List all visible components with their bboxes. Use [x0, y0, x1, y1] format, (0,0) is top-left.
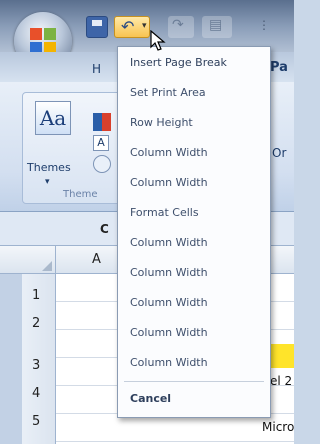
- orientation-label[interactable]: Or: [272, 146, 286, 160]
- undo-history-menu: Insert Page Break Set Print Area Row Hei…: [117, 46, 271, 418]
- print-icon: ▤: [209, 17, 223, 33]
- undo-icon: ↶: [121, 17, 135, 36]
- menu-item[interactable]: Format Cells: [120, 199, 268, 227]
- menu-item[interactable]: Column Width: [120, 289, 268, 317]
- save-button[interactable]: [86, 16, 108, 38]
- select-all-button[interactable]: [22, 246, 56, 274]
- menu-item[interactable]: Column Width: [120, 349, 268, 377]
- name-box[interactable]: C: [100, 222, 109, 236]
- cancel-menu-item[interactable]: Cancel: [120, 385, 268, 413]
- theme-colors-icon[interactable]: [93, 113, 111, 131]
- highlighted-cell[interactable]: [268, 344, 294, 368]
- quick-print-button[interactable]: ▤: [202, 16, 232, 38]
- themes-group: Aa A Themes ▾ Theme: [22, 92, 122, 204]
- theme-effects-icon[interactable]: [93, 155, 111, 173]
- row-header[interactable]: 1: [32, 288, 40, 303]
- menu-item[interactable]: Row Height: [120, 109, 268, 137]
- themes-dropdown-icon[interactable]: ▾: [45, 177, 50, 187]
- menu-item[interactable]: Set Print Area: [120, 79, 268, 107]
- cell-value[interactable]: el 2: [270, 374, 292, 388]
- row-header[interactable]: 2: [32, 316, 40, 331]
- menu-item[interactable]: Column Width: [120, 169, 268, 197]
- themes-icon[interactable]: Aa: [35, 101, 71, 135]
- themes-group-label: Theme: [63, 189, 98, 200]
- theme-fonts-icon[interactable]: A: [93, 135, 109, 151]
- row-header[interactable]: 4: [32, 386, 40, 401]
- row-header[interactable]: 5: [32, 414, 40, 429]
- more-icon: ⋮: [258, 18, 270, 32]
- customize-qat-button[interactable]: ⋮: [256, 16, 270, 38]
- cell-value[interactable]: Micro: [262, 420, 294, 434]
- mouse-cursor-icon: [150, 30, 166, 51]
- menu-item[interactable]: Column Width: [120, 319, 268, 347]
- menu-item[interactable]: Column Width: [120, 259, 268, 287]
- redo-icon: ↷: [172, 17, 184, 33]
- tab-page-layout[interactable]: Pa: [270, 60, 288, 75]
- redo-button[interactable]: ↷: [168, 16, 194, 38]
- row-header[interactable]: 3: [32, 358, 40, 373]
- column-header-a[interactable]: A: [92, 252, 101, 267]
- menu-item[interactable]: Insert Page Break: [120, 49, 268, 77]
- undo-button[interactable]: ↶ ▾: [114, 16, 150, 38]
- menu-separator: [124, 381, 264, 382]
- themes-button-label[interactable]: Themes: [27, 161, 71, 174]
- tab-home[interactable]: H: [92, 62, 101, 76]
- dropdown-arrow-icon[interactable]: ▾: [142, 21, 147, 31]
- menu-item[interactable]: Column Width: [120, 229, 268, 257]
- menu-item[interactable]: Column Width: [120, 139, 268, 167]
- row-headers: 1 2 3 4 5: [22, 274, 56, 444]
